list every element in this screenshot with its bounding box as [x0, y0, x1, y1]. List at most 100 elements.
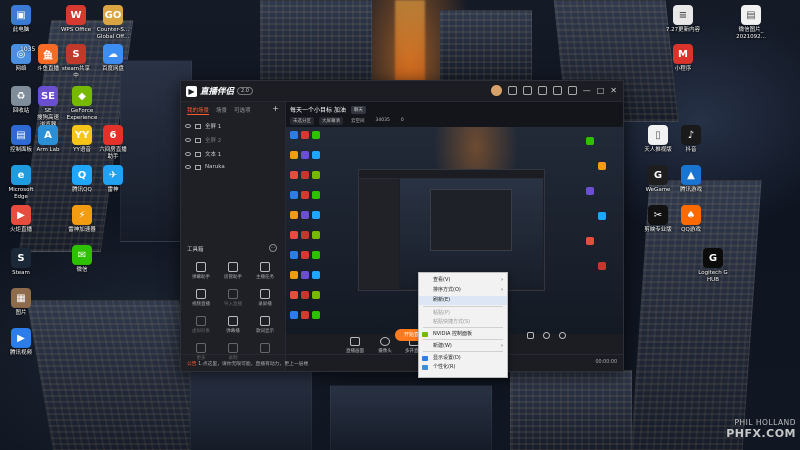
- stream-timer: 00:00:00: [595, 360, 617, 365]
- context-menu-item[interactable]: 查看(V) ›: [419, 276, 507, 285]
- source-item[interactable]: 全屏 1: [181, 119, 285, 133]
- toolbox-item[interactable]: 弹幕播: [217, 316, 249, 334]
- user-avatar[interactable]: [490, 85, 502, 96]
- toolbox-item[interactable]: 主播任务: [249, 262, 281, 280]
- desktop-icon[interactable]: ♠ QQ游戏: [669, 205, 713, 234]
- building: [440, 10, 532, 82]
- desktop-icon[interactable]: ▲ 腾讯游戏: [669, 165, 713, 194]
- desktop-icon[interactable]: GO Counter-S... Global Off...: [91, 5, 135, 41]
- context-menu-item[interactable]: 粘贴(P): [419, 309, 507, 318]
- gift-icon[interactable]: [522, 86, 532, 95]
- toolbox-item[interactable]: 弹幕助手: [185, 262, 217, 280]
- context-menu-item[interactable]: 粘贴快捷方式(S): [419, 318, 507, 327]
- meta-quality[interactable]: 大屏幕清: [319, 117, 343, 125]
- mic-icon[interactable]: [527, 332, 534, 339]
- app-icon: M: [673, 44, 693, 64]
- visibility-eye-icon[interactable]: [185, 152, 191, 156]
- preview-desktop-icon: [301, 291, 309, 299]
- desktop-icon[interactable]: ◆ GeForce Experience: [60, 86, 104, 122]
- menu-separator: [423, 339, 503, 340]
- camera-icon: [380, 337, 390, 346]
- toolbox-item[interactable]: 房管助手: [217, 262, 249, 280]
- desktop-icon-label: 雷神加速器: [68, 227, 96, 233]
- toolbox-item[interactable]: 歌词显示: [249, 316, 281, 334]
- monitor-icon: [350, 337, 360, 346]
- tab-my-scenes[interactable]: 我的场景: [187, 106, 210, 115]
- source-type-icon: [195, 123, 201, 129]
- desktop-icon[interactable]: ♪ 抖音: [669, 125, 713, 154]
- desktop-icon[interactable]: M 小程序: [661, 44, 705, 73]
- menu-separator: [423, 306, 503, 307]
- shop-icon[interactable]: [537, 86, 547, 95]
- toolbox-item[interactable]: 虚拟形象: [185, 316, 217, 334]
- close-button[interactable]: ✕: [610, 86, 617, 95]
- desktop-icon[interactable]: G Logitech G HUB: [691, 248, 735, 284]
- capcut-icon: ✂: [648, 205, 668, 225]
- meta-id: 34035: [375, 118, 390, 123]
- context-menu-item[interactable]: 个性化(R): [419, 363, 507, 372]
- app-logo-icon: ▶: [186, 85, 197, 97]
- desktop-icon[interactable]: ▣ 此电脑: [0, 5, 43, 34]
- camera-button[interactable]: 摄像头: [372, 337, 398, 354]
- eye-icon[interactable]: [543, 332, 550, 339]
- toolbox-more-icon[interactable]: ⋯: [269, 244, 277, 252]
- desktop-icon-label: 微信图片_ 2021092...: [736, 27, 766, 40]
- desktop-icon-label: 腾讯游戏: [679, 187, 702, 193]
- desktop-icon[interactable]: S Steam: [0, 248, 43, 277]
- armlab-icon: A: [38, 125, 58, 145]
- desktop-icon[interactable]: ≡ 7.27更新内容: [661, 5, 705, 34]
- desktop-icon[interactable]: ▦ 图片: [0, 288, 43, 317]
- context-menu-item[interactable]: 显示设置(D): [419, 354, 507, 363]
- watermark: PHIL HOLLAND PHFX.COM: [726, 418, 796, 440]
- stream-title[interactable]: 每天一个小目标 加油: [290, 105, 346, 114]
- desktop-icon-label: Counter-S... Global Off...: [96, 27, 130, 40]
- qq-game-icon: ♠: [681, 205, 701, 225]
- menu-icon[interactable]: [567, 86, 577, 95]
- source-item[interactable]: Naruka: [181, 161, 285, 173]
- message-icon[interactable]: [507, 86, 517, 95]
- tool-icon: [196, 262, 206, 272]
- desktop-icon[interactable]: ▤ 微信图片_ 2021092...: [729, 5, 773, 41]
- desktop-icon-label: Microsoft Edge: [8, 187, 34, 200]
- toolbox-item[interactable]: 视频直播: [185, 289, 217, 307]
- source-item[interactable]: 全屏 2: [181, 133, 285, 147]
- status-highlight[interactable]: 公告: [187, 362, 197, 367]
- building: [330, 385, 492, 450]
- gear-icon[interactable]: [559, 332, 566, 339]
- preview-desktop-icon: [312, 191, 320, 199]
- visibility-eye-icon[interactable]: [185, 138, 191, 142]
- source-type-icon: [195, 137, 201, 143]
- desktop-icon[interactable]: ✉ 微信: [60, 245, 104, 274]
- source-type-icon: [195, 151, 201, 157]
- tab-options[interactable]: 可选项: [234, 106, 251, 115]
- minimize-button[interactable]: —: [583, 86, 591, 95]
- tab-scenes[interactable]: 场景: [216, 106, 227, 115]
- context-menu-item[interactable]: 刷新(E): [419, 296, 507, 305]
- desktop-icon[interactable]: ☁ 百度网盘: [91, 44, 135, 73]
- context-menu-item[interactable]: 新建(W) ›: [419, 342, 507, 351]
- preview-desktop-icon: [301, 151, 309, 159]
- meta-category[interactable]: 未选分区: [290, 117, 314, 125]
- desktop-icon[interactable]: ⚡ 雷神加速器: [60, 205, 104, 234]
- preview-desktop-icon: [598, 262, 606, 270]
- screen-capture-button[interactable]: 直播画面: [342, 337, 368, 354]
- visibility-eye-icon[interactable]: [185, 165, 191, 169]
- settings-icon[interactable]: [552, 86, 562, 95]
- desktop-icon[interactable]: ▶ 腾讯视频: [0, 328, 43, 357]
- desktop-icon[interactable]: e Microsoft Edge: [0, 165, 43, 201]
- desktop-icon[interactable]: ▶ 火炬直播: [0, 205, 43, 234]
- context-menu-item[interactable]: NVIDIA 控制面板: [419, 330, 507, 339]
- toolbox-item[interactable]: 录屏播: [249, 289, 281, 307]
- add-scene-button[interactable]: +: [272, 105, 279, 115]
- source-item[interactable]: 文本 1: [181, 147, 285, 161]
- visibility-eye-icon[interactable]: [185, 124, 191, 128]
- toolbox-item[interactable]: 导入直播: [217, 289, 249, 307]
- tool-label: 弹幕播: [226, 329, 240, 334]
- nested-preview-inner: [430, 189, 512, 251]
- tool-icon: [260, 289, 270, 299]
- maximize-button[interactable]: □: [597, 86, 605, 95]
- desktop-icon[interactable]: ✈ 雷神: [91, 165, 135, 194]
- context-menu-item[interactable]: 排序方式(O) ›: [419, 286, 507, 295]
- stream-badge[interactable]: 聊天: [350, 105, 366, 114]
- desktop-icon[interactable]: 6 六间房直播 助手: [91, 125, 135, 161]
